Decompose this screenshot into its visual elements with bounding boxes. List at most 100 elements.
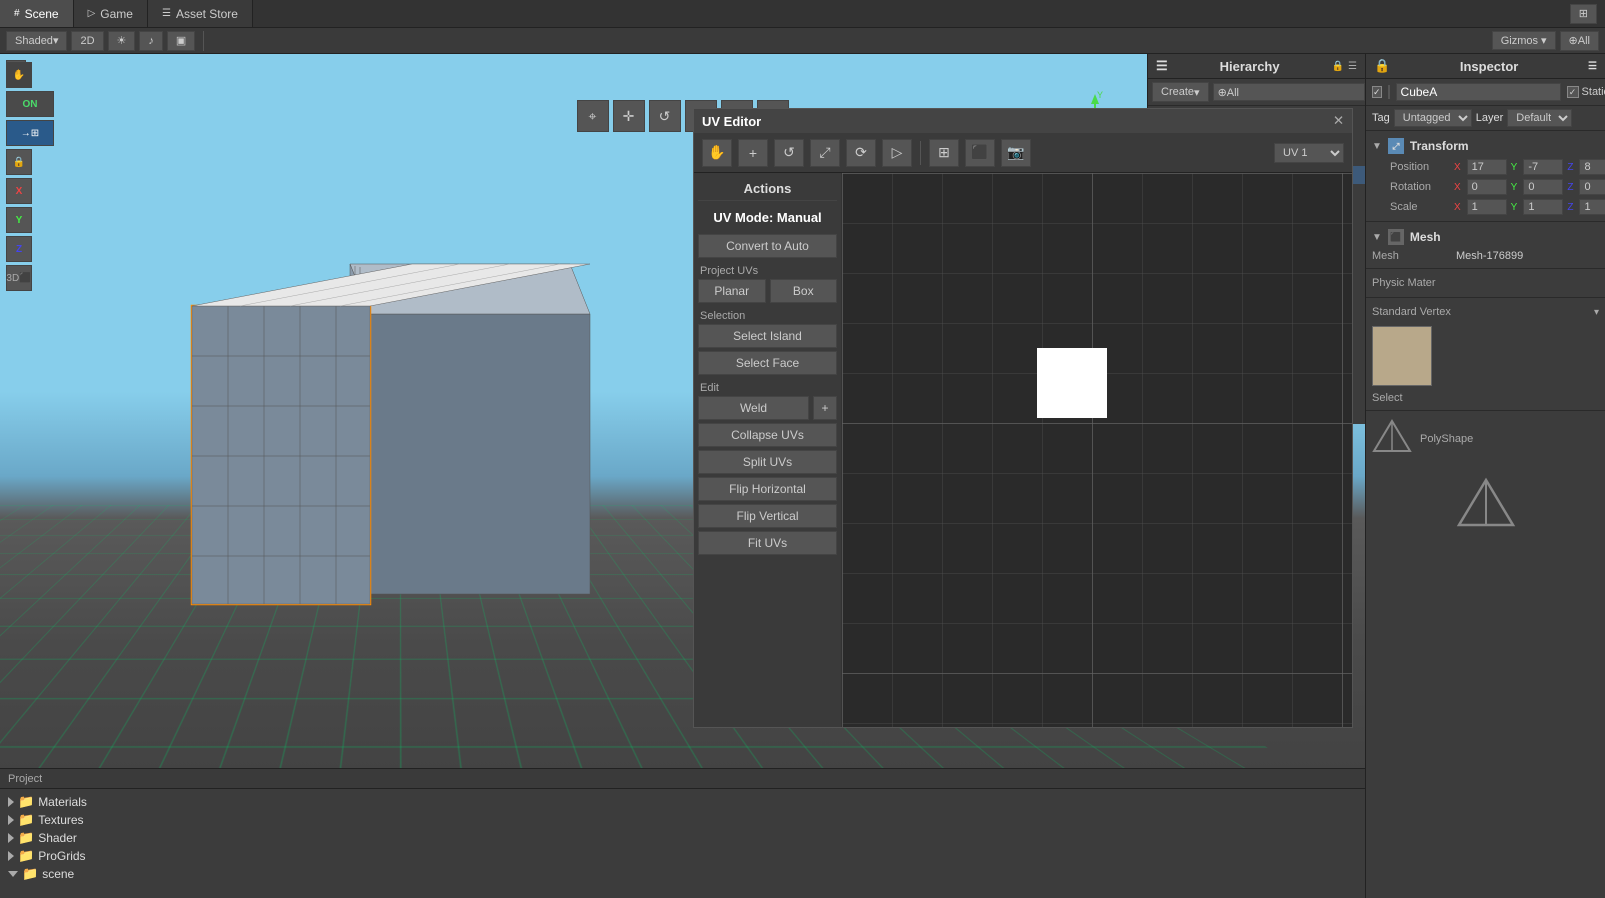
uv-rotate-tool-btn[interactable]: ↺	[774, 139, 804, 167]
obj-active-checkbox[interactable]: ✓	[1372, 86, 1382, 98]
hierarchy-create-btn[interactable]: Create ▾	[1152, 82, 1209, 102]
select-island-btn[interactable]: Select Island	[698, 324, 837, 348]
unity-logo-small	[1372, 419, 1412, 459]
folder-icon: 📁	[18, 794, 34, 810]
uv-canvas[interactable]	[842, 173, 1352, 727]
project-uvs-row: Planar Box	[698, 279, 837, 303]
scale-x-input[interactable]	[1467, 199, 1507, 215]
transform-header[interactable]: ▼ ⤢ Transform	[1366, 135, 1605, 157]
folder-arrow	[8, 833, 14, 843]
move-tool-btn[interactable]: →⊞	[6, 120, 54, 146]
hand-tool-btn[interactable]: ✋	[6, 62, 32, 88]
tag-row: Tag Untagged Layer Default	[1366, 106, 1605, 131]
transform-collapse-arrow: ▼	[1372, 141, 1382, 152]
physic-material-component: Physic Mater	[1366, 269, 1605, 298]
uv-screenshot-btn[interactable]: 📷	[1001, 139, 1031, 167]
shaded-dropdown[interactable]: Shaded ▾	[6, 31, 67, 51]
uv-mode-label: Convert to Auto UV Mode: Manual	[698, 207, 837, 228]
split-uvs-btn[interactable]: Split UVs	[698, 450, 837, 474]
physic-material-row: Physic Mater	[1366, 273, 1605, 293]
move-transform-btn[interactable]: ⌖	[577, 100, 609, 132]
hierarchy-search-input[interactable]	[1213, 83, 1365, 101]
fit-uvs-btn[interactable]: Fit UVs	[698, 531, 837, 555]
flip-vertical-btn[interactable]: Flip Vertical	[698, 504, 837, 528]
file-tree-item-progrids[interactable]: 📁 ProGrids	[8, 847, 1357, 865]
uv-play-btn[interactable]: ▷	[882, 139, 912, 167]
toolbar-separator	[203, 31, 204, 51]
planar-btn[interactable]: Planar	[698, 279, 766, 303]
folder-expand-arrow	[8, 871, 18, 877]
static-checkbox[interactable]: ✓	[1567, 86, 1579, 98]
scale-y-input[interactable]	[1523, 199, 1563, 215]
x-axis-btn[interactable]: X	[6, 178, 32, 204]
scale-z-input[interactable]	[1579, 199, 1605, 215]
audio-btn[interactable]: ♪	[139, 31, 163, 51]
rotation-z-input[interactable]	[1579, 179, 1605, 195]
selection-label: Selection	[698, 306, 837, 324]
uv-pan-tool-btn[interactable]: ✋	[702, 139, 732, 167]
mesh-collapse-arrow: ▼	[1372, 232, 1382, 243]
position-z-input[interactable]	[1579, 159, 1605, 175]
uv-scale-tool-btn[interactable]: ⤢	[810, 139, 840, 167]
position-y-input[interactable]	[1523, 159, 1563, 175]
uv-texture-btn[interactable]: ⬛	[965, 139, 995, 167]
hierarchy-menu-btn[interactable]: ☰	[1348, 61, 1357, 72]
light-btn[interactable]: ☀	[108, 31, 136, 51]
static-checkbox-area: ✓ Static ▾	[1567, 86, 1605, 99]
folder-icon: 📁	[18, 830, 34, 846]
unity-logo-large	[1456, 477, 1516, 537]
uv-channel-select[interactable]: UV 1 UV 2	[1274, 143, 1344, 163]
uv-editor-titlebar[interactable]: UV Editor ✕	[694, 109, 1352, 133]
scale-transform-btn[interactable]: ↺	[649, 100, 681, 132]
mesh-header[interactable]: ▼ ⬛ Mesh	[1366, 226, 1605, 248]
gizmos-btn[interactable]: Gizmos ▾	[1492, 31, 1556, 50]
tab-game[interactable]: ▷ Game	[74, 0, 148, 27]
uv-editor-window: UV Editor ✕ ✋ + ↺ ⤢ ⟳ ▷ ⊞ ⬛ 📷 UV 1 UV 2	[693, 108, 1353, 728]
3d-view-btn[interactable]: 3D⬛	[6, 265, 32, 291]
rotation-y-input[interactable]	[1523, 179, 1563, 195]
collapse-uvs-btn[interactable]: Collapse UVs	[698, 423, 837, 447]
tag-select[interactable]: Untagged	[1394, 109, 1472, 127]
uv-move-tool-btn[interactable]: +	[738, 139, 768, 167]
uv-grid-major	[842, 173, 1352, 727]
inspector-menu-btn[interactable]: ☰	[1588, 61, 1597, 72]
convert-to-auto-btn[interactable]: Convert to Auto	[698, 234, 837, 258]
flip-horizontal-btn[interactable]: Flip Horizontal	[698, 477, 837, 501]
search-all-btn[interactable]: ⊕All	[1560, 31, 1599, 51]
box-btn[interactable]: Box	[770, 279, 838, 303]
file-tree-item-textures[interactable]: 📁 Textures	[8, 811, 1357, 829]
rotation-x-input[interactable]	[1467, 179, 1507, 195]
file-tree-item-scene[interactable]: 📁 scene	[8, 865, 1357, 883]
file-tree-item-materials[interactable]: 📁 Materials	[8, 793, 1357, 811]
weld-plus-btn[interactable]: +	[813, 396, 837, 420]
file-tree-item-shader[interactable]: 📁 Shader	[8, 829, 1357, 847]
scale-row: Scale X Y Z	[1366, 197, 1605, 217]
folder-icon: 📁	[18, 812, 34, 828]
tab-asset-store[interactable]: ☰ Asset Store	[148, 0, 253, 27]
on-toggle-btn[interactable]: ON	[6, 91, 54, 117]
uv-snap-tool-btn[interactable]: ⟳	[846, 139, 876, 167]
top-tabs: # Scene ▷ Game ☰ Asset Store ⊞	[0, 0, 1605, 28]
polyshape-section: PolyShape	[1366, 411, 1605, 467]
store-icon: ☰	[162, 8, 171, 19]
panel-close-btn[interactable]: ⊞	[1570, 4, 1597, 24]
z-axis-btn[interactable]: Z	[6, 236, 32, 262]
scene-icon: #	[14, 8, 20, 19]
weld-btn[interactable]: Weld	[698, 396, 809, 420]
edit-label: Edit	[698, 378, 837, 396]
scene-toolbar: Shaded ▾ 2D ☀ ♪ ▣ Gizmos ▾ ⊕All	[0, 28, 1605, 54]
hierarchy-lock-btn[interactable]: 🔒	[1332, 61, 1344, 72]
svg-text:Y: Y	[1097, 90, 1103, 100]
uv-grid-btn[interactable]: ⊞	[929, 139, 959, 167]
select-face-btn[interactable]: Select Face	[698, 351, 837, 375]
tab-scene[interactable]: # Scene	[0, 0, 74, 27]
rotate-transform-btn[interactable]: ✛	[613, 100, 645, 132]
uv-editor-close-btn[interactable]: ✕	[1333, 113, 1344, 129]
y-axis-btn[interactable]: Y	[6, 207, 32, 233]
layer-select[interactable]: Default	[1507, 109, 1572, 127]
fx-btn[interactable]: ▣	[167, 31, 195, 51]
position-x-input[interactable]	[1467, 159, 1507, 175]
lock-btn[interactable]: 🔒	[6, 149, 32, 175]
obj-name-input[interactable]	[1396, 83, 1561, 101]
2d-btn[interactable]: 2D	[71, 31, 103, 51]
